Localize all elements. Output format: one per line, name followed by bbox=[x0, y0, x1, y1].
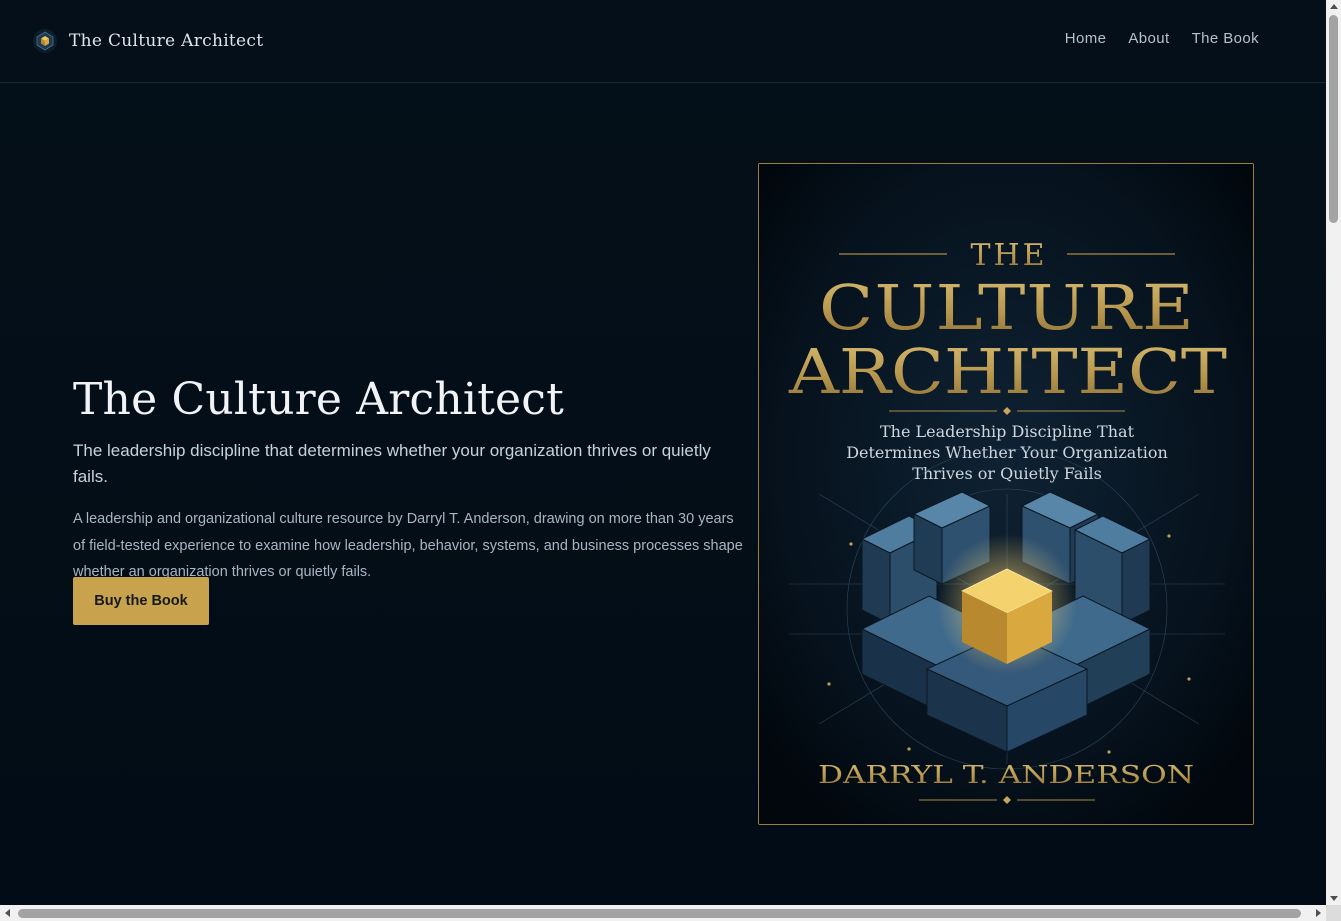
nav-home-link[interactable]: Home bbox=[1065, 30, 1107, 47]
buy-the-book-button[interactable]: Buy the Book bbox=[73, 577, 209, 625]
vertical-scrollbar[interactable] bbox=[1326, 0, 1341, 905]
scroll-left-arrow-icon[interactable] bbox=[5, 909, 10, 917]
horizontal-scrollbar[interactable] bbox=[0, 905, 1326, 921]
hero-tagline: The leadership discipline that determine… bbox=[73, 441, 711, 486]
scrollbar-corner bbox=[1326, 905, 1341, 921]
scroll-right-arrow-icon[interactable] bbox=[1316, 909, 1321, 917]
horizontal-scroll-thumb[interactable] bbox=[18, 909, 1301, 918]
cover-subtitle-line-1: The Leadership Discipline That bbox=[880, 422, 1135, 441]
main-nav: Home About The Book bbox=[1065, 30, 1259, 47]
nav-about-link[interactable]: About bbox=[1128, 30, 1169, 47]
site-header: The Culture Architect Home About The Boo… bbox=[0, 0, 1326, 83]
book-cover-artwork: THE CULTURE ARCHITECT The Leadership Dis… bbox=[759, 164, 1253, 824]
book-cover-image: THE CULTURE ARCHITECT The Leadership Dis… bbox=[758, 163, 1254, 825]
brand-home-link[interactable]: The Culture Architect bbox=[31, 26, 263, 56]
hero-text-block: The Culture Architect The leadership dis… bbox=[73, 372, 743, 586]
cover-title-culture: CULTURE bbox=[819, 271, 1195, 344]
cover-title-architect: ARCHITECT bbox=[788, 335, 1227, 408]
cover-subtitle-line-2: Determines Whether Your Organization bbox=[846, 443, 1168, 462]
cover-title-the: THE bbox=[970, 238, 1047, 273]
site-title: The Culture Architect bbox=[69, 31, 264, 51]
nav-the-book-link[interactable]: The Book bbox=[1192, 30, 1259, 47]
vertical-scroll-thumb[interactable] bbox=[1329, 15, 1338, 223]
scroll-down-arrow-icon[interactable] bbox=[1330, 896, 1338, 901]
cover-author: DARRYL T. ANDERSON bbox=[818, 761, 1194, 789]
scroll-up-arrow-icon[interactable] bbox=[1330, 4, 1338, 9]
geometric-cube-logo-icon bbox=[33, 29, 57, 53]
hero-title: The Culture Architect bbox=[73, 374, 564, 425]
page-viewport: The Culture Architect Home About The Boo… bbox=[0, 0, 1326, 905]
cover-subtitle-line-3: Thrives or Quietly Fails bbox=[912, 464, 1102, 483]
hero-description: A leadership and organizational culture … bbox=[73, 511, 743, 580]
